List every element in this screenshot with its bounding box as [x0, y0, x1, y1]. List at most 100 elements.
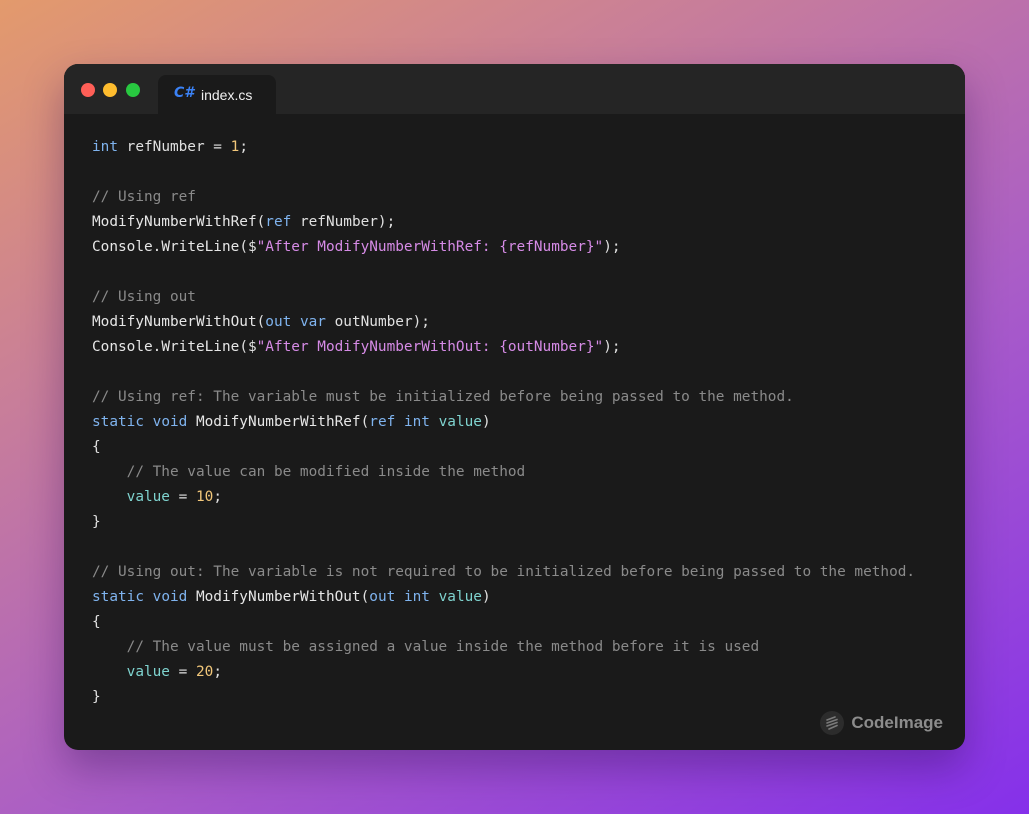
code-token-plain: outNumber);	[325, 314, 430, 330]
code-line: }	[92, 685, 915, 710]
codeimage-logo-icon	[820, 711, 845, 735]
code-token-var: value	[126, 489, 170, 505]
code-line: // Using ref	[92, 185, 915, 210]
code-line: // Using out: The variable is not requir…	[92, 560, 915, 585]
code-token-plain: refNumber);	[291, 214, 396, 230]
code-token-plain: ($	[239, 239, 257, 255]
code-token-plain: =	[169, 664, 196, 680]
code-token-kw: int	[403, 414, 430, 430]
code-token-comment: // Using out: The variable is not requir…	[92, 564, 916, 580]
code-token-plain: ;	[213, 489, 222, 505]
code-line: }	[92, 510, 915, 535]
code-token-num: 10	[195, 489, 214, 505]
tab-filename: index.cs	[201, 87, 253, 103]
code-token-kw: ref	[265, 214, 292, 230]
minimize-window-button[interactable]	[103, 83, 117, 97]
code-token-comment: // Using ref	[92, 189, 196, 205]
code-token-fn: Console	[92, 239, 153, 255]
code-token-plain: }	[92, 689, 101, 705]
code-line: static void ModifyNumberWithOut(out int …	[92, 585, 915, 610]
code-token-num: 20	[195, 664, 214, 680]
code-token-fn: ModifyNumberWithRef	[92, 214, 257, 230]
code-token-fn: ModifyNumberWithOut	[195, 589, 361, 605]
codeimage-watermark: CodeImage	[820, 710, 943, 736]
code-token-fn: ModifyNumberWithOut	[92, 314, 257, 330]
code-line: // Using out	[92, 285, 915, 310]
code-token-plain: (	[360, 414, 370, 430]
code-token-plain: (	[256, 314, 266, 330]
code-token-plain: ;	[239, 139, 248, 155]
code-token-fn: WriteLine	[161, 339, 240, 355]
code-window: C# index.cs int refNumber = 1; // Using …	[64, 64, 965, 750]
code-token-plain: refNumber =	[118, 139, 231, 155]
code-token-var: value	[126, 664, 170, 680]
code-token-fn: Console	[92, 339, 153, 355]
code-token-str: "After ModifyNumberWithRef: {refNumber}"	[256, 239, 604, 255]
code-token-plain: (	[360, 589, 370, 605]
code-line: static void ModifyNumberWithRef(ref int …	[92, 410, 915, 435]
maximize-window-button[interactable]	[126, 83, 140, 97]
code-line: value = 10;	[92, 485, 915, 510]
code-token-plain: (	[256, 214, 266, 230]
code-line: ModifyNumberWithRef(ref refNumber);	[92, 210, 915, 235]
code-token-plain: );	[603, 339, 621, 355]
code-line: {	[92, 610, 915, 635]
code-token-kw: static	[92, 589, 144, 605]
code-line: Console.WriteLine($"After ModifyNumberWi…	[92, 335, 915, 360]
code-token-plain: {	[92, 439, 101, 455]
code-token-kw: out	[265, 314, 292, 330]
code-editor[interactable]: int refNumber = 1; // Using ref ModifyNum…	[92, 135, 915, 710]
code-token-plain: ($	[239, 339, 257, 355]
code-token-var: value	[438, 414, 482, 430]
code-line: {	[92, 435, 915, 460]
code-token-num: 1	[230, 139, 240, 155]
code-token-plain: }	[92, 514, 101, 530]
code-token-kw: void	[152, 414, 188, 430]
code-token-kw: ref	[369, 414, 396, 430]
code-token-comment: // The value can be modified inside the …	[126, 464, 526, 480]
code-line: value = 20;	[92, 660, 915, 685]
window-titlebar: C# index.cs	[64, 64, 965, 114]
code-line: // Using ref: The variable must be initi…	[92, 385, 915, 410]
code-token-kw: var	[299, 314, 326, 330]
code-token-comment: // Using out	[92, 289, 196, 305]
code-token-plain: =	[169, 489, 196, 505]
code-token-plain: ;	[213, 664, 222, 680]
code-token-comment: // Using ref: The variable must be initi…	[92, 389, 794, 405]
code-token-fn: ModifyNumberWithRef	[195, 414, 361, 430]
code-line: ModifyNumberWithOut(out var outNumber);	[92, 310, 915, 335]
csharp-icon: C#	[174, 85, 195, 101]
code-token-plain: )	[481, 414, 491, 430]
code-token-kw: int	[92, 139, 118, 155]
code-token-kw: static	[92, 414, 144, 430]
code-token-kw: out	[369, 589, 396, 605]
code-token-plain: )	[481, 589, 491, 605]
code-token-str: "After ModifyNumberWithOut: {outNumber}"	[256, 339, 604, 355]
code-token-kw: void	[152, 589, 188, 605]
code-line: Console.WriteLine($"After ModifyNumberWi…	[92, 235, 915, 260]
code-token-fn: WriteLine	[161, 239, 240, 255]
close-window-button[interactable]	[81, 83, 95, 97]
code-token-plain: {	[92, 614, 101, 630]
codeimage-label: CodeImage	[851, 713, 943, 732]
code-line: // The value must be assigned a value in…	[92, 635, 915, 660]
code-token-comment: // The value must be assigned a value in…	[126, 639, 760, 655]
code-token-kw: int	[403, 589, 430, 605]
code-token-var: value	[438, 589, 482, 605]
tab-index-cs[interactable]: C# index.cs	[158, 75, 276, 114]
